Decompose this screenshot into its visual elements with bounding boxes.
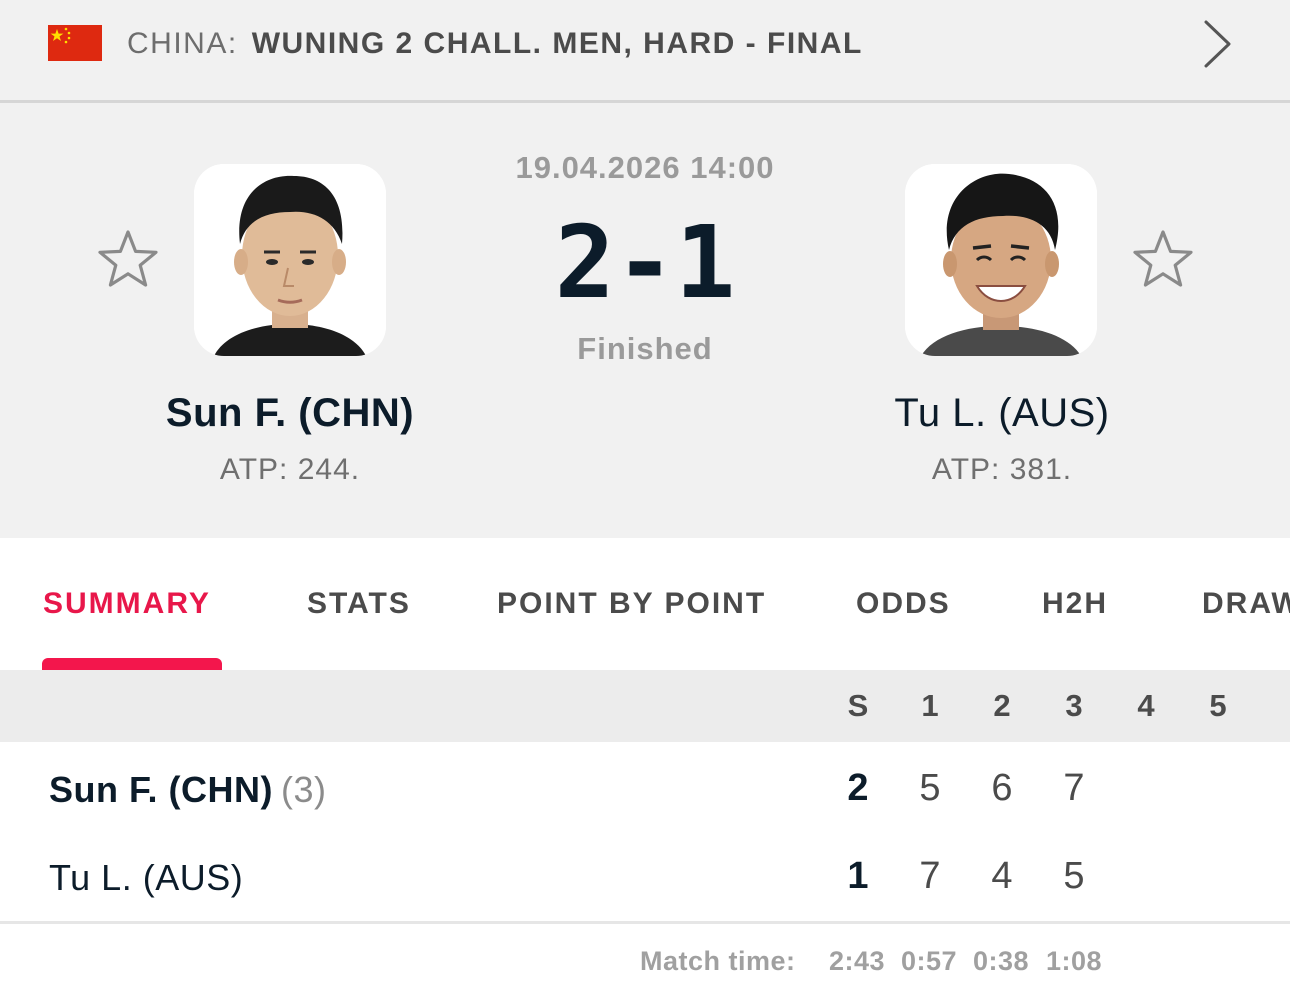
tournament-bar[interactable]: CHINA: WUNING 2 CHALL. MEN, HARD - FINAL bbox=[0, 0, 1290, 103]
row-player-seed: (3) bbox=[280, 769, 327, 810]
tab-odds[interactable]: ODDS bbox=[856, 587, 951, 621]
match-time-label: Match time: bbox=[640, 946, 796, 976]
player-name-home[interactable]: Sun F. (CHN) bbox=[80, 391, 500, 436]
favorite-star-icon[interactable] bbox=[97, 229, 159, 291]
column-set-4: 4 bbox=[1137, 688, 1155, 723]
chevron-right-icon[interactable] bbox=[1200, 18, 1234, 70]
tournament-name: WUNING 2 CHALL. MEN, HARD - FINAL bbox=[251, 27, 863, 60]
china-flag-icon bbox=[48, 25, 102, 61]
column-set-3: 3 bbox=[1065, 688, 1083, 723]
match-header: Sun F. (CHN) ATP: 244. 19.04.2026 14:00 … bbox=[0, 103, 1290, 538]
row-player-name[interactable]: Sun F. (CHN) (3) bbox=[49, 769, 326, 811]
player-name-away[interactable]: Tu L. (AUS) bbox=[792, 391, 1212, 436]
table-row: Sun F. (CHN) (3) 2 5 6 7 bbox=[0, 745, 1290, 833]
tab-draw[interactable]: DRAW bbox=[1202, 587, 1290, 621]
set-3-games: 7 bbox=[1063, 767, 1085, 809]
set-1-games: 7 bbox=[919, 855, 941, 897]
match-status: Finished bbox=[577, 331, 713, 366]
sets-won: 1 bbox=[847, 855, 869, 897]
match-date: 19.04.2026 14:00 bbox=[515, 150, 775, 185]
player-avatar-home[interactable] bbox=[194, 164, 386, 356]
set-3-time: 1:08 bbox=[1046, 946, 1103, 976]
row-player-label: Tu L. (AUS) bbox=[49, 857, 244, 898]
tournament-country: CHINA: bbox=[127, 27, 238, 60]
scoreboard-header: S 1 2 3 4 5 bbox=[0, 670, 1290, 742]
favorite-star-icon[interactable] bbox=[1132, 229, 1194, 291]
row-player-label: Sun F. (CHN) bbox=[49, 769, 273, 810]
tab-bar: SUMMARY STATS POINT BY POINT ODDS H2H DR… bbox=[0, 538, 1290, 670]
set-1-games: 5 bbox=[919, 767, 941, 809]
match-time-total: 2:43 bbox=[829, 946, 886, 976]
player-rank-away: ATP: 381. bbox=[931, 453, 1073, 486]
player-avatar-away[interactable] bbox=[905, 164, 1097, 356]
divider bbox=[0, 921, 1290, 924]
tab-point-by-point[interactable]: POINT BY POINT bbox=[497, 587, 766, 621]
tab-h2h[interactable]: H2H bbox=[1042, 587, 1108, 621]
set-2-games: 4 bbox=[991, 855, 1013, 897]
table-row: Tu L. (AUS) 1 7 4 5 bbox=[0, 833, 1290, 921]
set-2-games: 6 bbox=[991, 767, 1013, 809]
match-score: 2-1 bbox=[554, 204, 736, 321]
tab-stats[interactable]: STATS bbox=[307, 587, 411, 621]
set-1-time: 0:57 bbox=[901, 946, 958, 976]
active-tab-indicator bbox=[42, 658, 222, 670]
tournament-title: CHINA: WUNING 2 CHALL. MEN, HARD - FINAL bbox=[127, 22, 863, 66]
sets-won: 2 bbox=[847, 767, 869, 809]
set-3-games: 5 bbox=[1063, 855, 1085, 897]
set-2-time: 0:38 bbox=[973, 946, 1030, 976]
column-set-5: 5 bbox=[1209, 688, 1227, 723]
player-rank-home: ATP: 244. bbox=[219, 453, 361, 486]
column-set-2: 2 bbox=[993, 688, 1011, 723]
column-sets: S bbox=[847, 688, 869, 723]
row-player-name[interactable]: Tu L. (AUS) bbox=[49, 857, 243, 899]
match-detail-screen: CHINA: WUNING 2 CHALL. MEN, HARD - FINAL bbox=[0, 0, 1290, 993]
tab-summary[interactable]: SUMMARY bbox=[43, 587, 211, 621]
column-set-1: 1 bbox=[921, 688, 939, 723]
